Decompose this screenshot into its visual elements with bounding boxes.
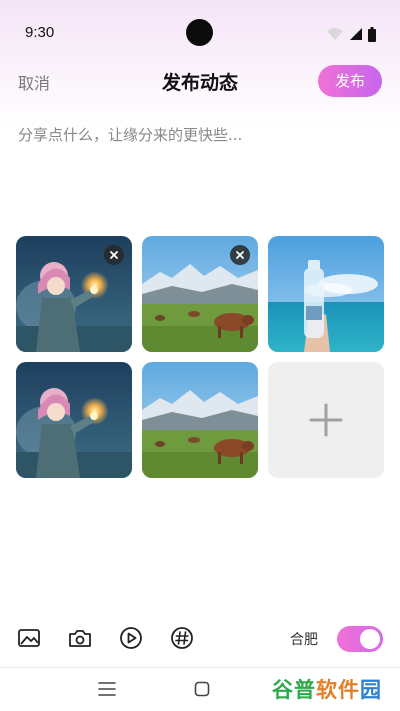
add-image-button[interactable] <box>268 362 384 478</box>
play-icon[interactable] <box>118 625 144 651</box>
image-thumbnail[interactable] <box>268 236 384 352</box>
camera-cutout <box>186 19 213 46</box>
menu-icon[interactable] <box>98 681 116 697</box>
post-text-input[interactable]: 分享点什么，让缘分来的更快些... <box>18 124 382 214</box>
camera-icon[interactable] <box>67 625 93 651</box>
wifi-icon <box>327 28 343 40</box>
location-toggle[interactable] <box>337 626 383 652</box>
watermark-part: 谷普 <box>272 678 316 702</box>
bottom-toolbar: 合肥 <box>0 616 400 660</box>
remove-image-button[interactable] <box>104 245 124 265</box>
anime-girl-image <box>16 362 132 478</box>
status-icons <box>326 26 376 42</box>
remove-image-button[interactable] <box>230 245 250 265</box>
system-nav-bar: 谷普软件园 <box>0 668 400 711</box>
status-bar: 9:30 <box>0 0 400 64</box>
image-thumbnail[interactable] <box>16 236 132 352</box>
signal-icon <box>350 28 362 40</box>
publish-button[interactable]: 发布 <box>318 65 382 97</box>
image-thumbnail[interactable] <box>16 362 132 478</box>
cows-meadow-image <box>142 362 258 478</box>
plus-icon <box>309 403 343 437</box>
toggle-knob <box>360 629 380 649</box>
location-label: 合肥 <box>290 632 318 648</box>
water-bottle-image <box>268 236 384 352</box>
watermark-part: 园 <box>360 678 382 702</box>
home-icon[interactable] <box>194 681 210 697</box>
image-thumbnail[interactable] <box>142 236 258 352</box>
hashtag-icon[interactable] <box>169 625 195 651</box>
image-thumbnail[interactable] <box>142 362 258 478</box>
watermark: 谷普软件园 <box>272 674 382 704</box>
status-time: 9:30 <box>25 24 55 41</box>
close-icon <box>110 251 118 259</box>
battery-icon <box>368 26 376 42</box>
image-icon[interactable] <box>16 625 42 651</box>
header: 取消 发布动态 发布 <box>0 60 400 104</box>
close-icon <box>236 251 244 259</box>
watermark-part: 软件 <box>316 678 360 702</box>
